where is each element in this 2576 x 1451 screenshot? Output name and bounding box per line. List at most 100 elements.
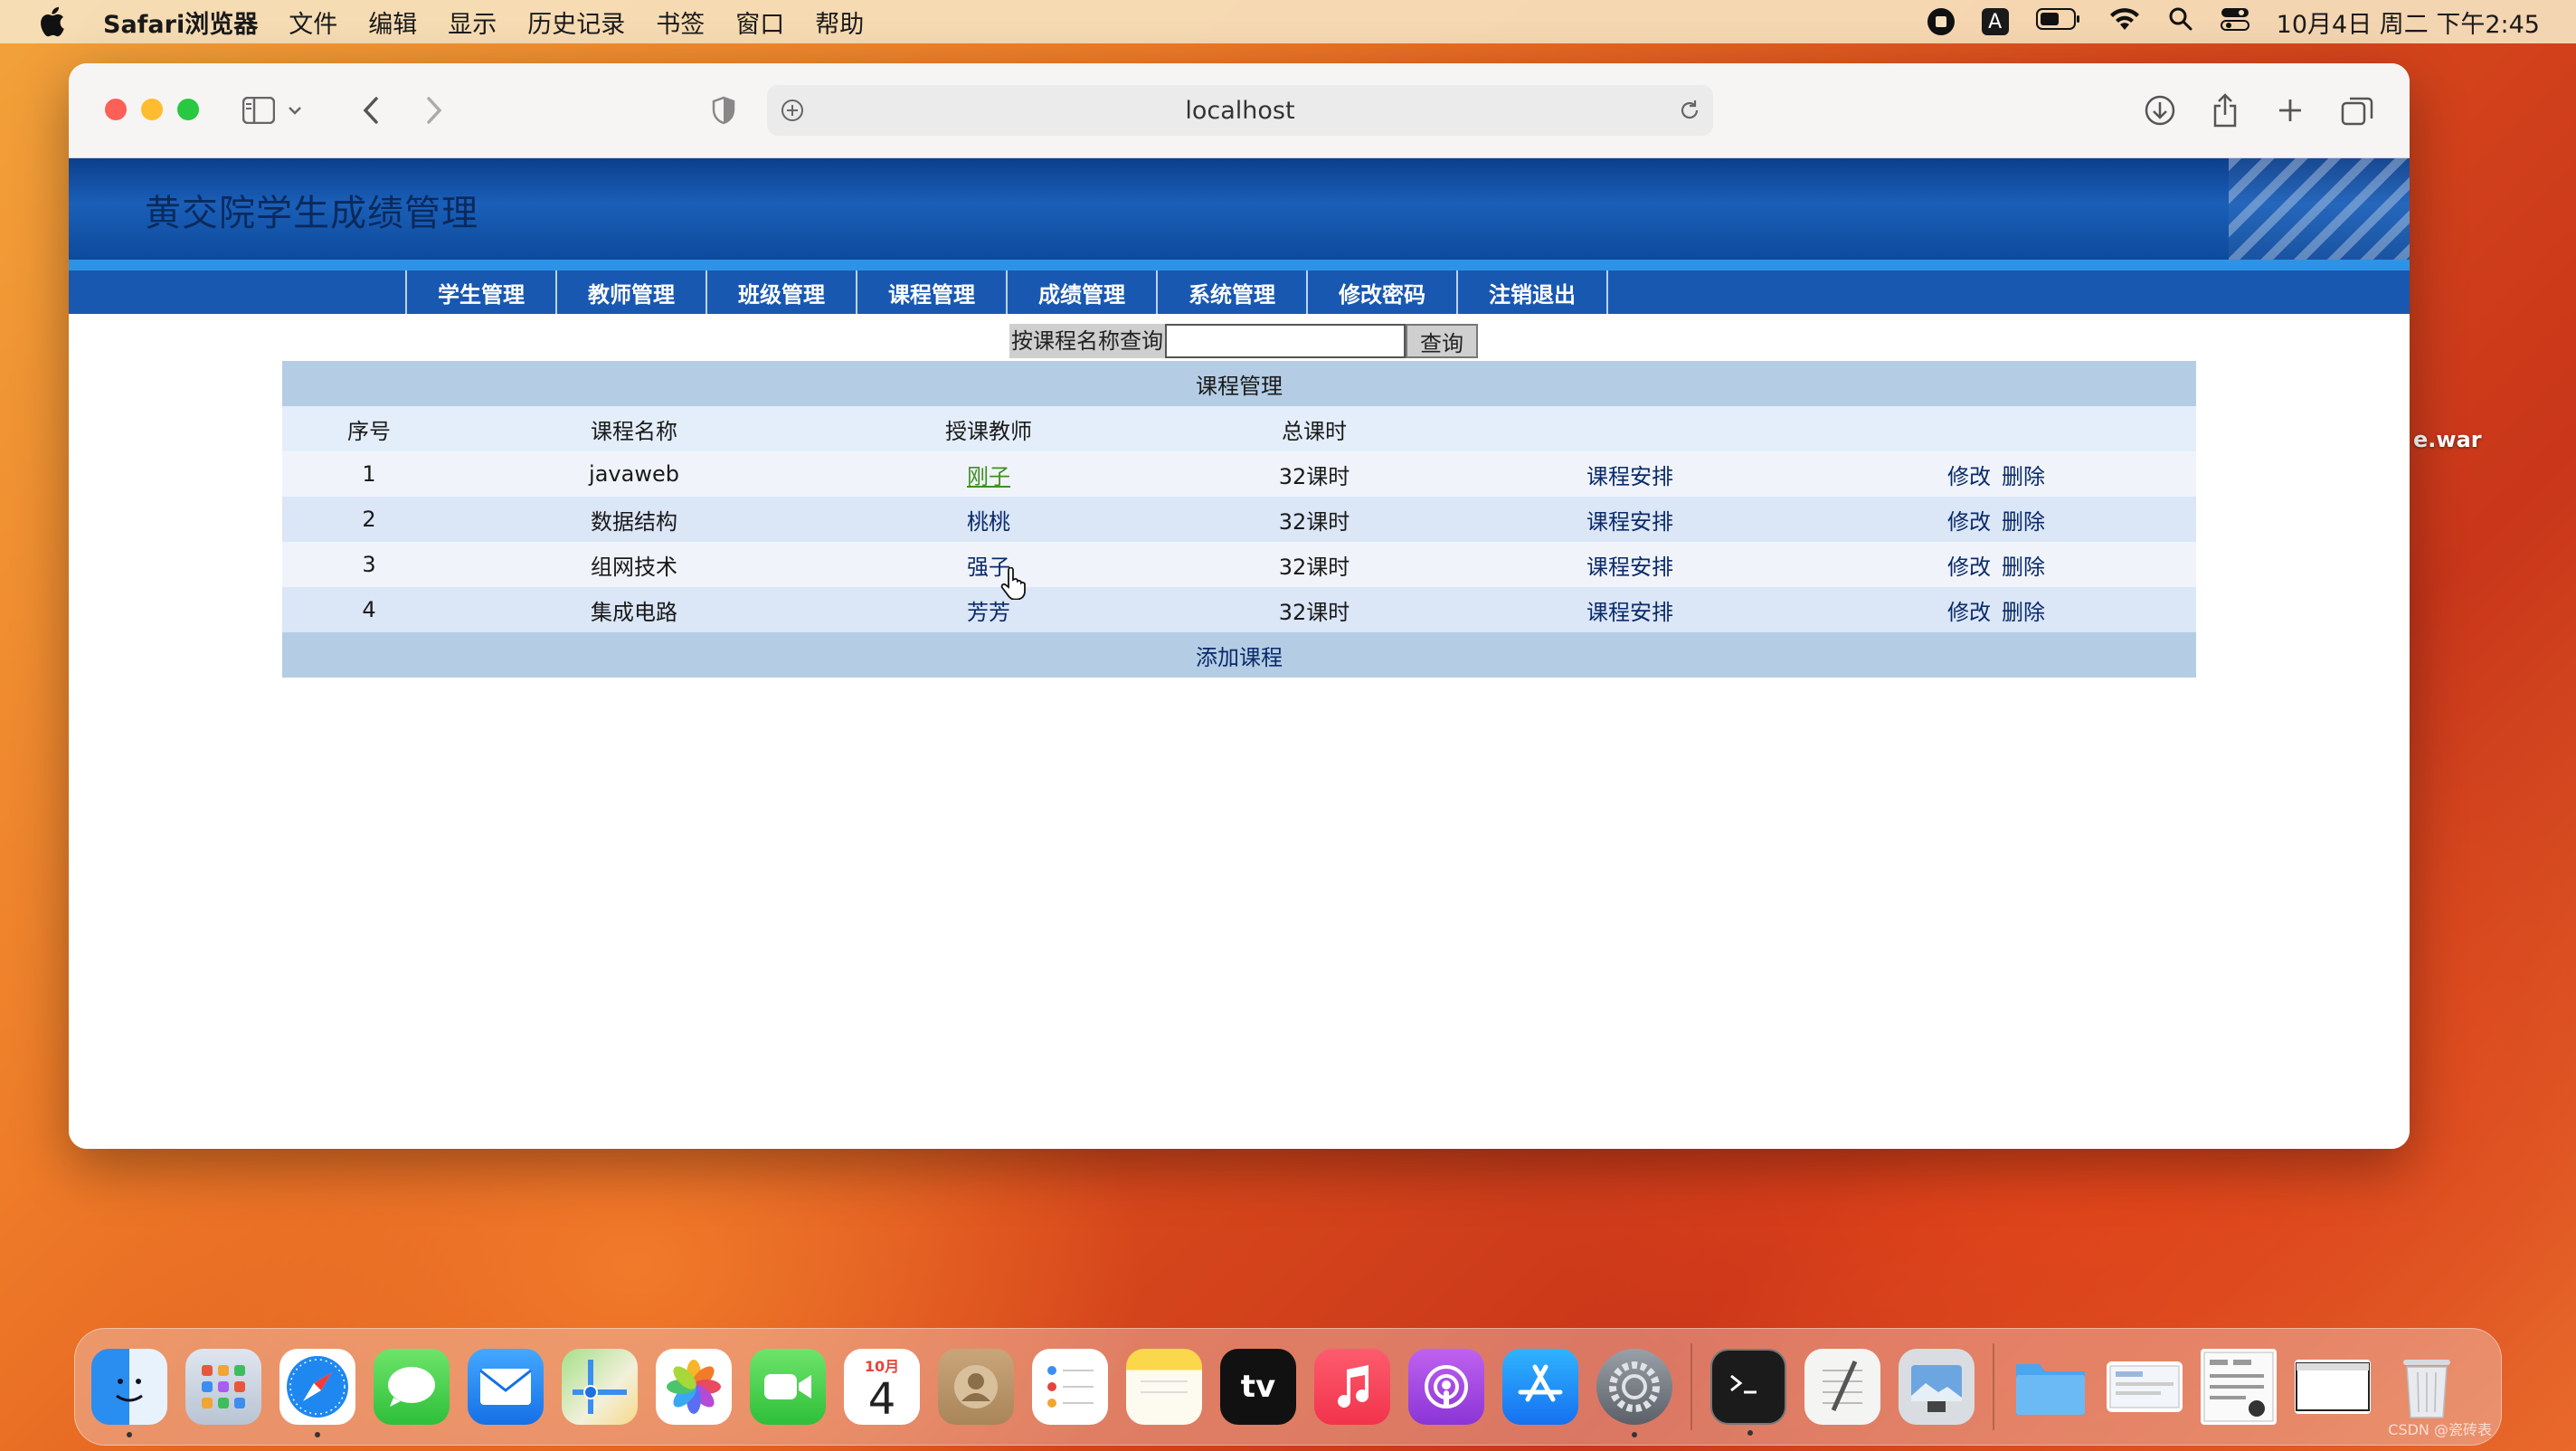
- system-settings-icon[interactable]: [1596, 1349, 1672, 1437]
- menu-edit[interactable]: 编辑: [368, 5, 417, 40]
- desktop-file-label[interactable]: e.war: [2413, 427, 2482, 452]
- menu-app-name[interactable]: Safari浏览器: [103, 5, 258, 40]
- delete-link[interactable]: 删除: [2002, 600, 2045, 625]
- menu-window[interactable]: 窗口: [735, 5, 784, 40]
- app-store-icon[interactable]: [1502, 1349, 1578, 1425]
- teacher-link[interactable]: 桃桃: [967, 509, 1010, 535]
- edit-link[interactable]: 修改: [1947, 464, 1991, 489]
- sidebar-toggle-icon[interactable]: [242, 94, 275, 127]
- apple-tv-icon[interactable]: tv: [1220, 1349, 1296, 1425]
- menu-view[interactable]: 显示: [448, 5, 497, 40]
- textedit-icon[interactable]: [1804, 1349, 1880, 1425]
- spotlight-search-icon[interactable]: [2168, 6, 2193, 38]
- course-schedule-link[interactable]: 课程安排: [1586, 509, 1673, 535]
- wifi-icon[interactable]: [2108, 6, 2141, 38]
- cell-course-name: 数据结构: [456, 497, 812, 542]
- close-window-button[interactable]: [105, 99, 127, 120]
- web-page: 黄交院学生成绩管理 学生管理 教师管理 班级管理 课程管理 成绩管理 系统管理 …: [69, 158, 2410, 1149]
- dock-separator: [1690, 1343, 1692, 1430]
- menu-bar: Safari浏览器 文件 编辑 显示 历史记录 书签 窗口 帮助 A 10月4日…: [0, 0, 2576, 43]
- address-bar[interactable]: localhost: [767, 85, 1713, 136]
- safari-window: localhost 黄交院学生成绩管理 学生管理 教师管理 班级管理 课程管理 …: [69, 63, 2410, 1149]
- delete-link[interactable]: 删除: [2002, 555, 2045, 580]
- launchpad-icon[interactable]: [185, 1349, 261, 1425]
- music-icon[interactable]: [1314, 1349, 1390, 1425]
- edit-link[interactable]: 修改: [1947, 600, 1991, 625]
- reminders-icon[interactable]: [1032, 1349, 1108, 1425]
- nav-class-management[interactable]: 班级管理: [707, 270, 857, 314]
- course-schedule-link[interactable]: 课程安排: [1586, 464, 1673, 489]
- chevron-down-icon[interactable]: [279, 94, 311, 127]
- course-schedule-link[interactable]: 课程安排: [1586, 555, 1673, 580]
- tab-overview-icon[interactable]: [2341, 94, 2373, 127]
- notes-icon[interactable]: [1126, 1349, 1202, 1425]
- share-icon[interactable]: [2209, 93, 2241, 128]
- menu-file[interactable]: 文件: [289, 5, 337, 40]
- terminal-icon[interactable]: [1710, 1349, 1786, 1436]
- menu-bookmarks[interactable]: 书签: [656, 5, 705, 40]
- maps-icon[interactable]: [562, 1349, 638, 1425]
- download-icon[interactable]: [2144, 94, 2176, 127]
- new-tab-icon[interactable]: [2274, 94, 2306, 127]
- safari-icon[interactable]: [279, 1349, 355, 1437]
- course-name-search-input[interactable]: [1165, 324, 1406, 358]
- zoom-window-button[interactable]: [177, 99, 199, 120]
- teacher-link[interactable]: 刚子: [967, 464, 1010, 489]
- nav-student-management[interactable]: 学生管理: [407, 270, 557, 314]
- battery-icon[interactable]: [2035, 7, 2081, 37]
- keyboard-banner-image: [2229, 158, 2410, 260]
- header-course-name: 课程名称: [456, 406, 812, 451]
- facetime-icon[interactable]: [750, 1349, 826, 1425]
- edit-link[interactable]: 修改: [1947, 555, 1991, 580]
- cell-id: 3: [282, 542, 456, 587]
- recent-terminal-thumbnail[interactable]: [2295, 1360, 2371, 1414]
- table-row: 1 javaweb 刚子 32课时 课程安排 修改 删除: [282, 451, 2196, 497]
- photos-icon[interactable]: [656, 1349, 732, 1425]
- menu-history[interactable]: 历史记录: [527, 5, 625, 40]
- header-hours: 总课时: [1165, 406, 1463, 451]
- contacts-icon[interactable]: [938, 1349, 1014, 1425]
- recent-document-thumbnail[interactable]: [2201, 1349, 2277, 1425]
- recent-window-thumbnail[interactable]: [2107, 1361, 2183, 1412]
- calendar-icon[interactable]: 10月 4: [844, 1349, 920, 1425]
- forward-button[interactable]: [418, 94, 450, 127]
- menu-clock[interactable]: 10月4日 周二 下午2:45: [2277, 5, 2540, 40]
- menu-help[interactable]: 帮助: [815, 5, 864, 40]
- cell-course-name: javaweb: [456, 451, 812, 497]
- back-button[interactable]: [355, 94, 387, 127]
- add-course-link[interactable]: 添加课程: [1196, 645, 1283, 670]
- course-search-form: 按课程名称查询 查询: [1009, 324, 1478, 358]
- nav-system-management[interactable]: 系统管理: [1158, 270, 1308, 314]
- page-settings-icon[interactable]: [780, 98, 805, 129]
- table-row: 4 集成电路 芳芳 32课时 课程安排 修改 删除: [282, 587, 2196, 632]
- cell-hours: 32课时: [1165, 451, 1463, 497]
- control-center-icon[interactable]: [2220, 6, 2249, 38]
- record-stop-icon[interactable]: [1927, 8, 1955, 35]
- mail-icon[interactable]: [468, 1349, 544, 1425]
- apple-menu-icon[interactable]: [36, 6, 67, 37]
- nav-change-password[interactable]: 修改密码: [1308, 270, 1458, 314]
- delete-link[interactable]: 删除: [2002, 509, 2045, 535]
- nav-score-management[interactable]: 成绩管理: [1008, 270, 1158, 314]
- finder-icon[interactable]: [91, 1349, 167, 1437]
- preview-icon[interactable]: [1899, 1349, 1975, 1425]
- trash-icon[interactable]: [2389, 1349, 2465, 1425]
- hand-pointer-cursor-icon: [1000, 566, 1028, 603]
- site-title: 黄交院学生成绩管理: [145, 193, 478, 234]
- edit-link[interactable]: 修改: [1947, 509, 1991, 535]
- cell-course-name: 集成电路: [456, 587, 812, 632]
- nav-logout[interactable]: 注销退出: [1458, 270, 1608, 314]
- reload-icon[interactable]: [1677, 98, 1702, 129]
- search-button[interactable]: 查询: [1406, 324, 1478, 358]
- messages-icon[interactable]: [374, 1349, 450, 1425]
- privacy-shield-icon[interactable]: [707, 94, 740, 127]
- browser-toolbar: localhost: [69, 63, 2410, 158]
- podcasts-icon[interactable]: [1408, 1349, 1484, 1425]
- nav-course-management[interactable]: 课程管理: [857, 270, 1008, 314]
- nav-teacher-management[interactable]: 教师管理: [557, 270, 707, 314]
- minimize-window-button[interactable]: [141, 99, 163, 120]
- course-schedule-link[interactable]: 课程安排: [1586, 600, 1673, 625]
- folder-icon[interactable]: [2012, 1349, 2088, 1425]
- delete-link[interactable]: 删除: [2002, 464, 2045, 489]
- input-source-icon[interactable]: A: [1981, 8, 2009, 35]
